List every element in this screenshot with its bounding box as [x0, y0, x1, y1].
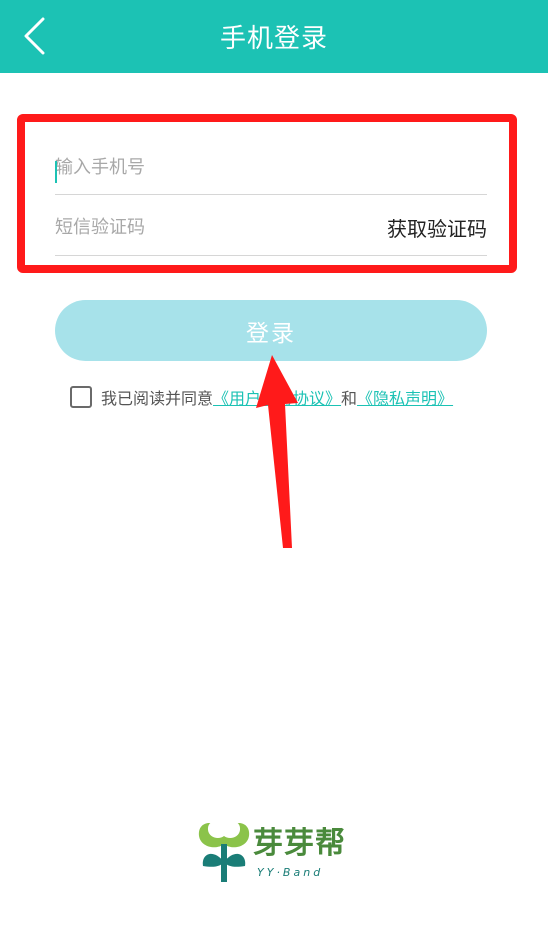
- privacy-link[interactable]: 《隐私声明》: [357, 385, 453, 409]
- phone-row: [55, 134, 487, 195]
- logo-name-en: YY·Band: [257, 866, 324, 879]
- agreement-row: 我已阅读并同意 《用户服务协议》 和 《隐私声明》: [70, 384, 453, 410]
- sms-code-input[interactable]: [55, 195, 387, 255]
- agree-checkbox[interactable]: [70, 386, 92, 408]
- phone-input[interactable]: [55, 134, 487, 194]
- app-logo: 芽芽帮 YY·Band: [195, 812, 355, 884]
- sprout-logo-icon: [198, 821, 250, 882]
- text-cursor: [55, 161, 57, 183]
- back-button[interactable]: [14, 16, 54, 56]
- get-code-button[interactable]: 获取验证码: [387, 209, 487, 242]
- agreement-and: 和: [341, 389, 358, 408]
- header-bar: 手机登录: [0, 0, 548, 73]
- sms-row: 获取验证码: [55, 195, 487, 256]
- terms-link[interactable]: 《用户服务协议》: [213, 385, 341, 409]
- login-form: 获取验证码: [55, 134, 487, 256]
- logo-name-cn: 芽芽帮: [253, 826, 346, 861]
- agreement-prefix: 我已阅读并同意: [101, 389, 214, 408]
- login-button[interactable]: 登录: [55, 300, 487, 361]
- login-page: 手机登录 获取验证码 登录 我已阅读并同意 《用户服务协议》 和 《隐私声明》: [0, 0, 548, 950]
- chevron-left-icon: [24, 17, 45, 55]
- page-title: 手机登录: [219, 24, 328, 54]
